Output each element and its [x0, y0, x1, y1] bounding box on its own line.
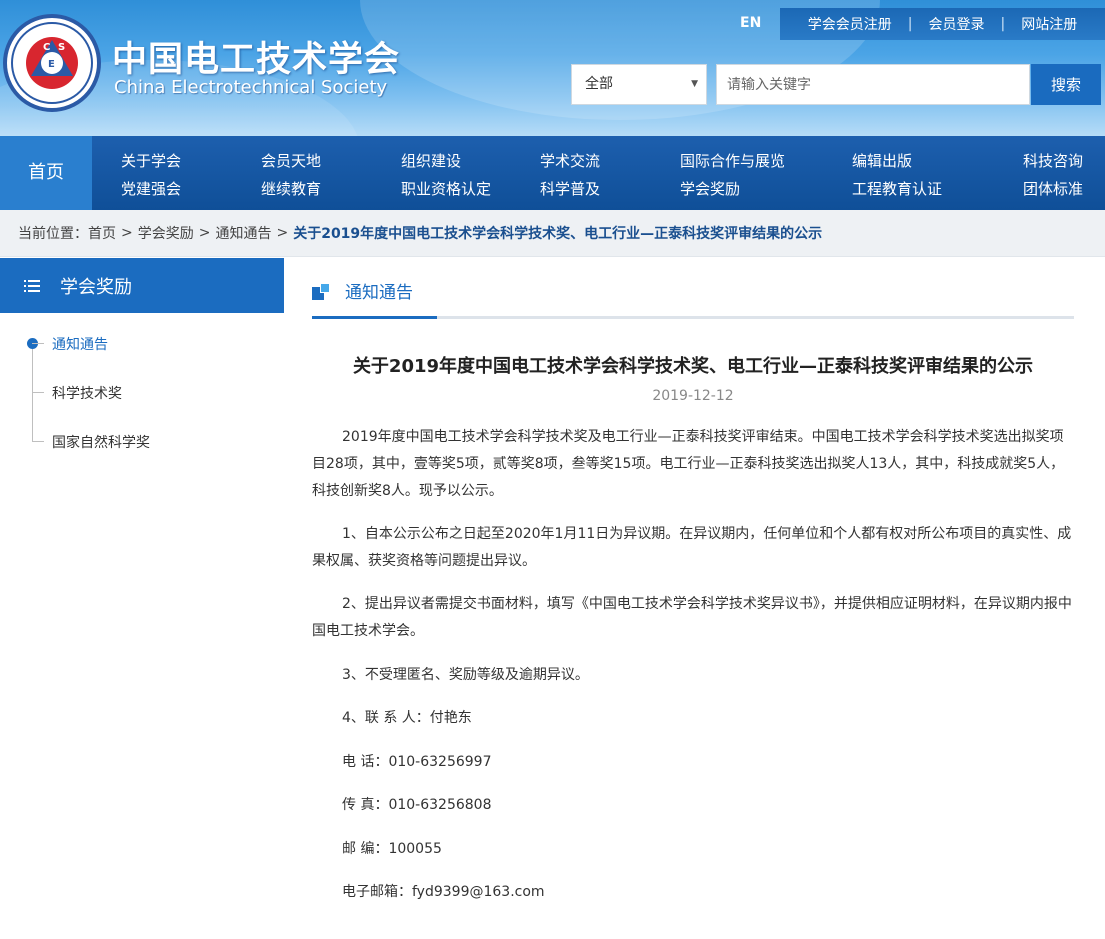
search-scope-select[interactable]: 全部 ▼: [571, 64, 707, 105]
member-login-link[interactable]: 会员登录: [929, 14, 985, 34]
site-register-link[interactable]: 网站注册: [1021, 14, 1077, 34]
search-scope-value: 全部: [585, 76, 613, 92]
nav-item-consulting[interactable]: 科技咨询: [1023, 150, 1083, 171]
society-logo[interactable]: C E S: [3, 14, 101, 112]
sidebar-tree-line: [32, 345, 33, 441]
sidebar-item-natural-science-award[interactable]: 国家自然科学奖: [52, 432, 150, 452]
nav-item-qualification[interactable]: 职业资格认定: [401, 178, 491, 199]
nav-item-standards[interactable]: 团体标准: [1023, 178, 1083, 199]
dropdown-arrow-icon: ▼: [691, 79, 698, 89]
breadcrumb-notices[interactable]: 通知通告: [215, 223, 271, 243]
sidebar-tree-branch: [32, 441, 44, 442]
nav-home[interactable]: 首页: [0, 136, 92, 210]
search-input[interactable]: [716, 64, 1030, 105]
nav-item-party[interactable]: 党建强会: [121, 178, 181, 199]
nav-item-academic[interactable]: 学术交流: [540, 150, 600, 171]
article-title: 关于2019年度中国电工技术学会科学技术奖、电工行业—正泰科技奖评审结果的公示: [352, 356, 1034, 377]
contact-phone: 电 话：010-63256997: [342, 754, 492, 770]
nav-item-members[interactable]: 会员天地: [261, 150, 321, 171]
nav-item-awards[interactable]: 学会奖励: [680, 178, 740, 199]
breadcrumb-separator: >: [121, 225, 133, 241]
sidebar-header: 学会奖励: [0, 258, 284, 313]
section-title: 通知通告: [345, 283, 413, 303]
list-menu-icon: [24, 279, 40, 293]
nav-item-publishing[interactable]: 编辑出版: [852, 150, 912, 171]
brand-name-en[interactable]: China Electrotechnical Society: [114, 77, 387, 98]
breadcrumb-prefix: 当前位置：: [18, 226, 88, 242]
member-register-link[interactable]: 学会会员注册: [808, 14, 892, 34]
main-nav: 首页 关于学会 会员天地 组织建设 学术交流 国际合作与展览 编辑出版 科技咨询…: [0, 136, 1105, 210]
section-squares-icon: [312, 281, 332, 301]
nav-item-education[interactable]: 继续教育: [261, 178, 321, 199]
nav-item-international[interactable]: 国际合作与展览: [680, 150, 785, 171]
breadcrumb: 当前位置： 首页 > 学会奖励 > 通知通告 > 关于2019年度中国电工技术学…: [0, 210, 1105, 257]
site-header: C E S 中国电工技术学会 China Electrotechnical So…: [0, 0, 1105, 136]
contact-fax: 传 真：010-63256808: [342, 797, 492, 813]
section-divider-active: [312, 316, 437, 319]
section-heading: 通知通告: [312, 278, 413, 303]
breadcrumb-awards[interactable]: 学会奖励: [138, 223, 194, 243]
nav-item-science-popularization[interactable]: 科学普及: [540, 178, 600, 199]
contact-postcode: 邮 编：100055: [342, 841, 442, 857]
nav-item-engineering-certification[interactable]: 工程教育认证: [852, 178, 942, 199]
link-separator: |: [907, 16, 913, 32]
contact-email[interactable]: 电子邮箱：fyd9399@163.com: [312, 879, 1074, 906]
article-paragraph: 3、不受理匿名、奖励等级及逾期异议。: [342, 667, 589, 683]
society-seal-icon: C E S: [11, 22, 93, 104]
breadcrumb-current: 关于2019年度中国电工技术学会科学技术奖、电工行业—正泰科技奖评审结果的公示: [293, 226, 823, 242]
nav-item-about[interactable]: 关于学会: [121, 150, 181, 171]
article-paragraph: 1、自本公示公布之日起至2020年1月11日为异议期。在异议期内，任何单位和个人…: [312, 526, 1072, 569]
brand-name-cn[interactable]: 中国电工技术学会: [112, 31, 400, 82]
nav-item-organization[interactable]: 组织建设: [401, 150, 461, 171]
breadcrumb-home[interactable]: 首页: [88, 223, 116, 243]
svg-text:C: C: [43, 42, 50, 53]
sidebar-tree-branch: [32, 343, 44, 344]
link-separator: |: [1000, 16, 1006, 32]
top-links-bar: 学会会员注册 | 会员登录 | 网站注册: [780, 8, 1105, 40]
sidebar-item-notices[interactable]: 通知通告: [52, 334, 108, 354]
svg-text:E: E: [48, 59, 55, 70]
article-paragraph: 2、提出异议者需提交书面材料，填写《中国电工技术学会科学技术奖异议书》，并提供相…: [312, 596, 1072, 639]
svg-text:S: S: [58, 42, 65, 53]
contact-person: 4、联 系 人：付艳东: [342, 710, 472, 726]
breadcrumb-separator: >: [276, 225, 289, 241]
article-paragraph: 2019年度中国电工技术学会科学技术奖及电工行业—正泰科技奖评审结束。中国电工技…: [312, 429, 1065, 499]
search-button[interactable]: 搜索: [1031, 64, 1101, 105]
sidebar-item-science-award[interactable]: 科学技术奖: [52, 383, 122, 403]
language-switch-en[interactable]: EN: [740, 15, 761, 31]
breadcrumb-separator: >: [198, 225, 211, 241]
sidebar-tree-branch: [32, 392, 44, 393]
article-date: 2019-12-12: [652, 388, 734, 404]
sidebar-title: 学会奖励: [60, 276, 132, 298]
